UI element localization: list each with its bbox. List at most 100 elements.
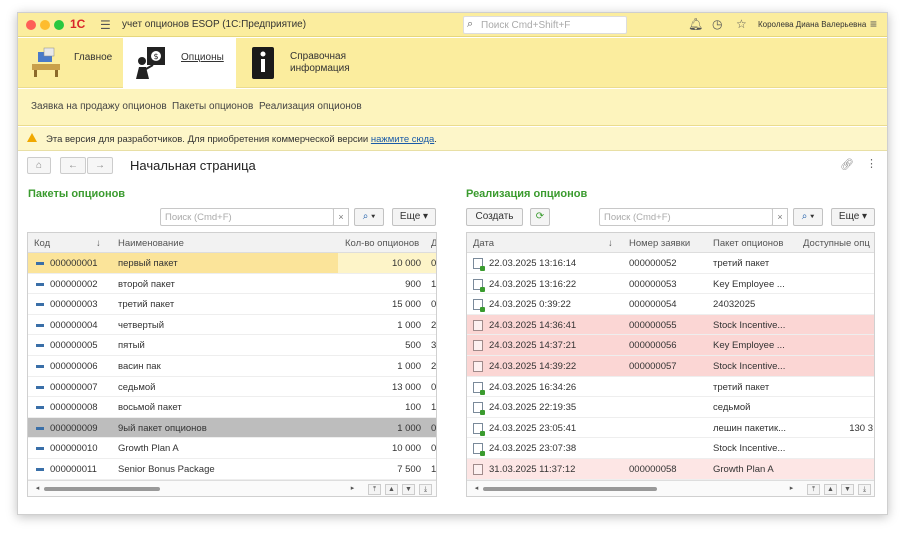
user-name[interactable]: Королева Диана Валерьевна: [758, 20, 866, 29]
left-more-button[interactable]: Еще ▾: [392, 208, 436, 226]
table-row[interactable]: 000000006 васин пак 1 000 2: [28, 356, 436, 377]
link-icon[interactable]: 🔗︎: [840, 158, 854, 171]
menu-icon[interactable]: ☰: [100, 18, 111, 32]
nav-link-option-packages[interactable]: Пакеты опционов: [172, 101, 253, 112]
posted-document-icon: [473, 278, 485, 292]
table-row[interactable]: 24.03.2025 14:39:22 000000057 Stock Incent…: [467, 356, 874, 377]
left-search-button[interactable]: ⌕ ▾: [354, 208, 384, 226]
col-qty[interactable]: Кол-во опционов: [345, 238, 419, 249]
nav-link-option-exercise[interactable]: Реализация опционов: [259, 101, 362, 112]
table-header: Дата ↓ Номер заявки Пакет опционов Досту…: [467, 233, 874, 253]
create-button[interactable]: Создать: [466, 208, 523, 226]
scroll-left-icon[interactable]: ◂: [31, 484, 44, 495]
left-search-clear-button[interactable]: ×: [333, 208, 349, 226]
table-row[interactable]: 24.03.2025 14:36:41 000000055 Stock Incent…: [467, 314, 874, 336]
table-row[interactable]: 000000010 Growth Plan A 10 000 0: [28, 438, 436, 459]
table-row[interactable]: 24.03.2025 14:37:21 000000056 Key Employee…: [467, 335, 874, 356]
global-search-input[interactable]: ⌕ Поиск Cmd+Shift+F: [463, 16, 627, 34]
cell-qty: 10 000: [391, 443, 421, 455]
scroll-thumb[interactable]: [483, 487, 657, 491]
minimize-window-button[interactable]: [40, 20, 50, 30]
scroll-thumb[interactable]: [44, 487, 160, 491]
table-row[interactable]: 24.03.2025 22:19:35 седьмой: [467, 397, 874, 418]
nav-link-sale-requests[interactable]: Заявка на продажу опционов: [31, 101, 167, 112]
table-row[interactable]: 000000001 первый пакет 10 000 0: [28, 253, 436, 274]
scroll-bottom-button[interactable]: ⤓: [419, 484, 432, 495]
close-window-button[interactable]: [26, 20, 36, 30]
catalog-item-icon: [36, 406, 44, 410]
scroll-down-button[interactable]: ▼: [841, 484, 854, 495]
scroll-right-icon[interactable]: ▸: [785, 484, 798, 495]
table-row[interactable]: 000000011 Senior Bonus Package 7 500 1: [28, 459, 436, 480]
section-main[interactable]: Главное: [18, 38, 123, 88]
scroll-top-button[interactable]: ⤒: [807, 484, 820, 495]
buy-license-link[interactable]: нажмите сюда: [371, 134, 434, 145]
cell-qty: 100: [405, 402, 421, 414]
cell-qty: 900: [405, 278, 421, 290]
section-options[interactable]: $ Опционы: [123, 38, 236, 88]
table-row[interactable]: 000000002 второй пакет 900 1: [28, 274, 436, 295]
star-icon[interactable]: ☆: [736, 17, 747, 31]
right-panel-title[interactable]: Реализация опционов: [466, 188, 587, 200]
table-row[interactable]: 24.03.2025 23:05:41 лешин пакетик... 130 3: [467, 418, 874, 439]
cell-request-num: 000000054: [629, 299, 677, 311]
col-date[interactable]: Дата: [473, 238, 494, 249]
left-panel-title[interactable]: Пакеты опционов: [28, 188, 125, 200]
cell-code: 000000005: [50, 340, 98, 352]
horizontal-scrollbar[interactable]: ◂ ▸ ⤒ ▲ ▼ ⤓: [467, 480, 874, 496]
catalog-item-icon: [36, 385, 44, 389]
maximize-window-button[interactable]: [54, 20, 64, 30]
right-search-clear-button[interactable]: ×: [772, 208, 788, 226]
cell-request-num: 000000052: [629, 258, 677, 269]
scroll-up-button[interactable]: ▲: [824, 484, 837, 495]
right-more-button[interactable]: Еще ▾: [831, 208, 875, 226]
col-package[interactable]: Пакет опционов: [713, 238, 783, 249]
create-based-on-button[interactable]: ⟳: [530, 208, 550, 226]
table-row[interactable]: 31.03.2025 11:37:12 000000058 Growth Plan …: [467, 459, 874, 480]
catalog-item-icon: [36, 468, 44, 471]
scroll-bottom-button[interactable]: ⤓: [858, 484, 871, 495]
home-button[interactable]: ⌂: [27, 157, 51, 174]
forward-button[interactable]: →: [87, 157, 113, 174]
history-icon[interactable]: ◷: [712, 17, 722, 31]
more-vert-icon[interactable]: ⋮: [866, 157, 877, 170]
table-row[interactable]: 000000009 9ый пакет опционов 1 000 0: [28, 417, 436, 439]
horizontal-scrollbar[interactable]: ◂ ▸ ⤒ ▲ ▼ ⤓: [28, 480, 436, 496]
right-search-input[interactable]: Поиск (Cmd+F): [599, 208, 773, 226]
table-row[interactable]: 000000003 третий пакет 15 000 0: [28, 294, 436, 315]
table-row[interactable]: 24.03.2025 0:39:22 000000054 24032025: [467, 294, 874, 315]
cell-request-num: 000000058: [629, 464, 677, 475]
scroll-left-icon[interactable]: ◂: [470, 484, 483, 495]
table-row[interactable]: 000000007 седьмой 13 000 0: [28, 377, 436, 398]
bell-icon[interactable]: 🔔︎: [688, 17, 703, 31]
col-code[interactable]: Код: [34, 238, 50, 249]
table-row[interactable]: 24.03.2025 23:07:38 Stock Incentive...: [467, 438, 874, 459]
left-search-input[interactable]: Поиск (Cmd+F): [160, 208, 334, 226]
scroll-right-icon[interactable]: ▸: [346, 484, 359, 495]
posted-document-icon: [473, 381, 485, 395]
scroll-top-button[interactable]: ⤒: [368, 484, 381, 495]
section-reference[interactable]: Справочная информация: [236, 38, 356, 88]
table-row[interactable]: 000000004 четвертый 1 000 2: [28, 315, 436, 336]
cell-name: Growth Plan A: [118, 443, 179, 455]
table-row[interactable]: 24.03.2025 13:16:22 000000053 Key Employee…: [467, 274, 874, 295]
table-row[interactable]: 22.03.2025 13:16:14 000000052 третий пакет: [467, 253, 874, 274]
right-search-button[interactable]: ⌕ ▾: [793, 208, 823, 226]
col-available[interactable]: Доступные опц: [803, 238, 870, 249]
cell-name: васин пак: [118, 361, 161, 372]
cell-code: 000000009: [50, 422, 98, 434]
cell-date: 24.03.2025 23:05:41: [489, 422, 577, 434]
cell-package: Stock Incentive...: [713, 361, 786, 372]
cell-request-num: 000000057: [629, 361, 677, 372]
table-row[interactable]: 000000008 восьмой пакет 100 1: [28, 397, 436, 418]
scroll-down-button[interactable]: ▼: [402, 484, 415, 495]
back-button[interactable]: ←: [60, 157, 86, 174]
col-d[interactable]: Д: [431, 238, 436, 249]
scroll-up-button[interactable]: ▲: [385, 484, 398, 495]
settings-menu-icon[interactable]: ≡: [870, 17, 877, 31]
col-request-num[interactable]: Номер заявки: [629, 238, 690, 249]
table-row[interactable]: 000000005 пятый 500 3: [28, 335, 436, 356]
col-name[interactable]: Наименование: [118, 238, 184, 249]
table-row[interactable]: 24.03.2025 16:34:26 третий пакет: [467, 377, 874, 398]
cell-date: 24.03.2025 14:37:21: [489, 340, 577, 352]
